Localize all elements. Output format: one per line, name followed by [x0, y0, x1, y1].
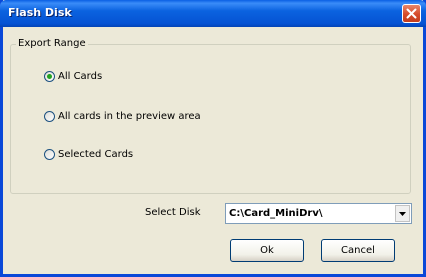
radio-label[interactable]: Selected Cards [58, 148, 133, 162]
radio-label[interactable]: All Cards [58, 70, 102, 84]
close-button[interactable] [402, 4, 421, 23]
close-icon [406, 8, 417, 19]
select-disk-dropdown[interactable]: C:\Card_MiniDrv\ [225, 203, 412, 224]
chevron-down-icon [399, 212, 406, 216]
dropdown-button[interactable] [395, 205, 410, 222]
select-disk-label: Select Disk [145, 207, 201, 218]
radio-button[interactable] [44, 71, 55, 82]
radio-selected-dot [47, 74, 52, 79]
radio-button[interactable] [44, 149, 55, 160]
export-range-legend: Export Range [16, 38, 88, 50]
cancel-button[interactable]: Cancel [321, 239, 395, 262]
window-title: Flash Disk [8, 6, 72, 19]
select-disk-value: C:\Card_MiniDrv\ [229, 208, 323, 219]
title-bar[interactable]: Flash Disk [0, 0, 426, 27]
radio-label[interactable]: All cards in the preview area [58, 110, 201, 124]
radio-button[interactable] [44, 111, 55, 122]
ok-button[interactable]: Ok [230, 239, 304, 262]
